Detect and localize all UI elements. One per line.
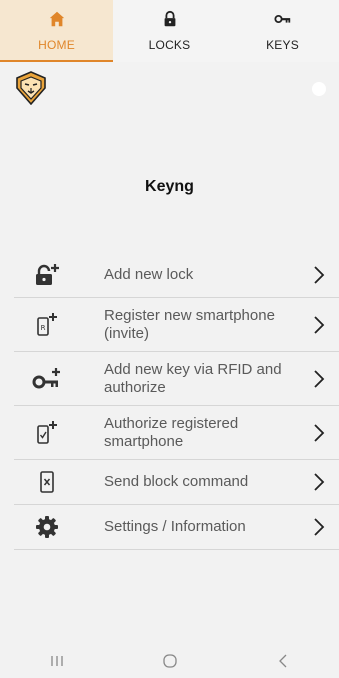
lock-plus-icon: [36, 264, 59, 285]
lion-logo-icon: [16, 71, 46, 105]
tab-home-label: HOME: [38, 38, 75, 52]
chevron-right-icon: [314, 473, 325, 491]
tab-keys-label: KEYS: [266, 38, 299, 52]
tab-home[interactable]: HOME: [0, 0, 113, 62]
system-back-button[interactable]: [253, 646, 313, 676]
menu-item-add-key-rfid[interactable]: Add new key via RFID and authorize: [14, 352, 339, 406]
menu-item-label: Add new key via RFID and authorize: [104, 360, 282, 396]
app-screen: HOME LOCKS KEYS Keyng Add new lock R Reg…: [0, 0, 339, 678]
menu-item-label: Authorize registered smartphone: [104, 414, 239, 450]
chevron-right-icon: [314, 369, 325, 388]
recents-button[interactable]: [27, 646, 87, 676]
smartphone-block-icon: [40, 471, 54, 493]
tab-locks-label: LOCKS: [148, 38, 191, 52]
home-circle-icon: [162, 653, 177, 668]
home-icon: [49, 11, 64, 27]
menu-item-register-smartphone[interactable]: R Register new smartphone (invite): [14, 298, 339, 352]
chevron-right-icon: [314, 518, 325, 536]
back-icon: [278, 654, 286, 667]
chevron-right-icon: [314, 423, 325, 442]
menu-item-label: Settings / Information: [104, 518, 246, 535]
menu-item-authorize-smartphone[interactable]: Authorize registered smartphone: [14, 406, 339, 460]
app-title: Keyng: [145, 178, 194, 195]
system-home-button[interactable]: [140, 646, 200, 676]
smartphone-check-plus-icon: [37, 420, 57, 444]
chevron-right-icon: [314, 266, 325, 284]
menu-item-send-block[interactable]: Send block command: [14, 460, 339, 505]
chevron-right-icon: [314, 315, 325, 334]
smartphone-plus-icon: R: [37, 312, 57, 336]
menu-item-label: Send block command: [104, 473, 249, 490]
menu-item-label: Add new lock: [104, 266, 194, 283]
key-plus-icon: [32, 367, 60, 388]
tab-locks[interactable]: LOCKS: [113, 0, 226, 62]
top-tab-bar: HOME LOCKS KEYS: [0, 0, 339, 62]
menu-item-settings[interactable]: Settings / Information: [14, 505, 339, 550]
lock-icon: [164, 10, 175, 27]
svg-text:R: R: [41, 324, 46, 332]
key-icon: [273, 14, 290, 24]
system-nav-bar: [0, 643, 339, 678]
tab-keys[interactable]: KEYS: [226, 0, 339, 62]
gear-icon: [36, 516, 58, 538]
main-menu: Add new lock R Register new smartphone (…: [14, 253, 339, 550]
status-indicator: [312, 82, 326, 96]
recents-icon: [50, 655, 63, 666]
menu-item-label: Register new smartphone (invite): [104, 306, 275, 342]
menu-item-add-lock[interactable]: Add new lock: [14, 253, 339, 298]
